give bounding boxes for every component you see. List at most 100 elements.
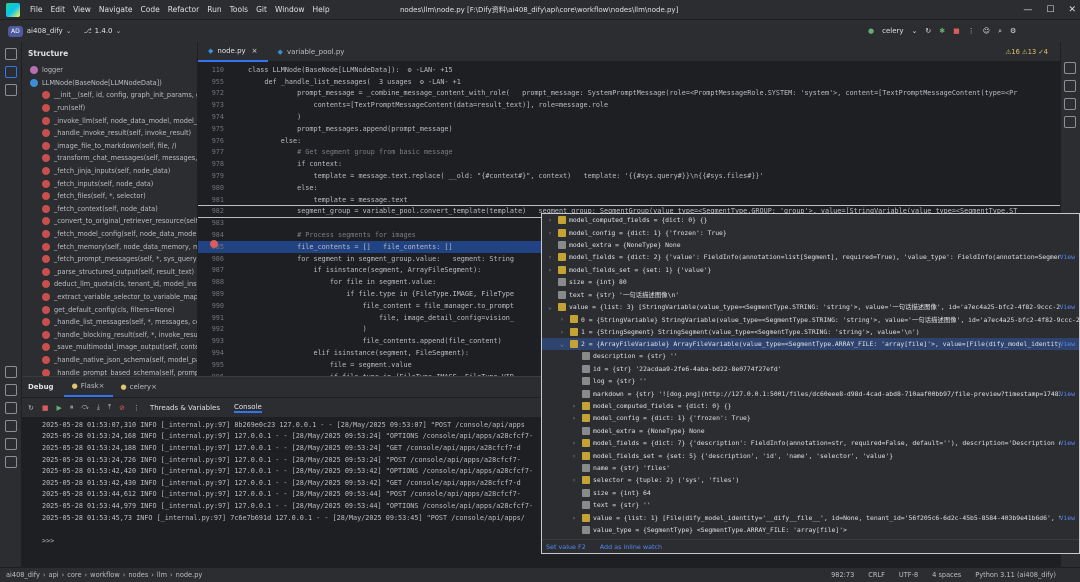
structure-item[interactable]: deduct_llm_quota(cls, tenant_id, model_i… [22, 278, 197, 291]
structure-item[interactable]: _fetch_jinja_inputs(self, node_data) [22, 165, 197, 178]
stop-icon[interactable]: ■ [42, 404, 49, 412]
code-line[interactable]: 110 class LLMNode(BaseNode[LLMNodeData]):… [198, 64, 1060, 76]
chevron-right-icon[interactable]: › [572, 514, 582, 522]
debug-tool-icon[interactable] [5, 384, 17, 396]
structure-item[interactable]: _invoke_llm(self, node_data_model, model… [22, 114, 197, 127]
line-number[interactable]: 982 [198, 207, 224, 215]
breadcrumb-item[interactable]: workflow [90, 571, 120, 579]
line-separator[interactable]: CRLF [868, 571, 885, 579]
variable-row[interactable]: › selector = {tuple: 2} ('sys', 'files') [542, 474, 1079, 486]
line-number[interactable]: 986 [198, 255, 224, 263]
menu-item-navigate[interactable]: Navigate [95, 5, 137, 14]
tab-console[interactable]: Console [234, 403, 262, 413]
line-number[interactable]: 977 [198, 148, 224, 156]
structure-item[interactable]: _run(self) [22, 102, 197, 115]
chevron-down-icon[interactable]: ⌄ [912, 27, 918, 35]
tab-threads-variables[interactable]: Threads & Variables [150, 404, 220, 412]
view-link[interactable]: View [1060, 340, 1079, 348]
maximize-icon[interactable]: ☐ [1046, 5, 1054, 15]
chevron-right-icon[interactable]: › [572, 452, 582, 460]
variable-row[interactable]: model_extra = {NoneType} None [542, 425, 1079, 437]
code-line[interactable]: 973 contents=[TextPromptMessageContent(d… [198, 99, 1060, 111]
gear-icon[interactable]: ⚙ [1010, 27, 1016, 35]
code-line[interactable]: 955 def _handle_list_messages( 3 usages … [198, 76, 1060, 88]
line-number[interactable]: 981 [198, 196, 224, 204]
add-inline-watch-link[interactable]: Add as inline watch [600, 543, 662, 551]
more-icon[interactable]: ⋮ [968, 27, 975, 35]
variable-row[interactable]: › 1 = {StringSegment} StringSegment(value… [542, 326, 1079, 338]
view-link[interactable]: View [1060, 514, 1079, 522]
code-line[interactable]: 974 ) [198, 111, 1060, 123]
menu-item-help[interactable]: Help [309, 5, 334, 14]
line-number[interactable]: 976 [198, 137, 224, 145]
line-number[interactable]: 975 [198, 125, 224, 133]
variable-row[interactable]: size = {int} 80 [542, 276, 1079, 288]
branch-name[interactable]: 1.4.0 [95, 27, 113, 35]
chevron-right-icon[interactable]: › [572, 402, 582, 410]
structure-item[interactable]: _transform_chat_messages(self, messages,… [22, 152, 197, 165]
structure-item[interactable]: _handle_blocking_result(self, *, invoke_… [22, 328, 197, 341]
variable-row[interactable]: › model_computed_fields = {dict: 0} {} [542, 214, 1079, 226]
variable-row[interactable]: ⌄ value = {list: 3} [StringVariable(value… [542, 301, 1079, 313]
structure-item[interactable]: _fetch_inputs(self, node_data) [22, 177, 197, 190]
chevron-right-icon[interactable]: › [560, 315, 570, 323]
menu-item-refactor[interactable]: Refactor [164, 5, 203, 14]
chevron-right-icon[interactable]: › [572, 476, 582, 484]
view-link[interactable]: View [1060, 390, 1079, 398]
variable-row[interactable]: id = {str} '22acdaa9-2fe6-4aba-bd22-8e07… [542, 363, 1079, 375]
line-number[interactable]: 983 [198, 219, 224, 227]
structure-item[interactable]: _handle_invoke_result(self, invoke_resul… [22, 127, 197, 140]
chevron-right-icon[interactable]: › [572, 414, 582, 422]
line-number[interactable]: 978 [198, 160, 224, 168]
chevron-down-icon[interactable]: ⌄ [115, 27, 121, 35]
breadcrumb-item[interactable]: core [67, 571, 81, 579]
variable-row[interactable]: model_extra = {NoneType} None [542, 239, 1079, 251]
run-config-name[interactable]: celery [882, 27, 903, 35]
close-icon[interactable]: × [252, 47, 258, 55]
stop-icon[interactable]: ■ [953, 27, 960, 35]
breadcrumb-item[interactable]: nodes [128, 571, 148, 579]
variable-row[interactable]: › value = {list: 1} [File(dify_model_iden… [542, 511, 1079, 523]
variable-row[interactable]: › model_fields_set = {set: 5} {'descripti… [542, 449, 1079, 461]
variable-row[interactable]: › model_fields = {dict: 7} {'description'… [542, 437, 1079, 449]
line-number[interactable]: 955 [198, 78, 224, 86]
line-number[interactable]: 974 [198, 113, 224, 121]
notifications-icon[interactable] [1064, 62, 1076, 74]
view-link[interactable]: View [1060, 439, 1079, 447]
step-out-icon[interactable]: ⤒ [108, 403, 111, 412]
more-icon[interactable]: ⋮ [133, 404, 140, 412]
chevron-right-icon[interactable]: › [560, 328, 570, 336]
code-line[interactable]: 978 if context: [198, 158, 1060, 170]
resume-icon[interactable]: ▶ [57, 404, 62, 412]
close-icon[interactable]: ✕ [1068, 5, 1076, 15]
variable-row[interactable]: name = {str} 'files' [542, 462, 1079, 474]
database-icon[interactable] [1064, 80, 1076, 92]
menu-item-code[interactable]: Code [137, 5, 164, 14]
variable-row[interactable]: markdown = {str} '![dog.png](http://127.… [542, 387, 1079, 399]
breadcrumb-item[interactable]: ai408_dify [6, 571, 40, 579]
line-number[interactable]: 994 [198, 349, 224, 357]
search-icon[interactable]: ⌕ [998, 27, 1002, 36]
session-tab-celery[interactable]: ● celery × [113, 383, 165, 391]
variable-row[interactable]: text = {str} '' [542, 499, 1079, 511]
code-line[interactable]: 981 template = message.text [198, 194, 1060, 206]
menu-item-view[interactable]: View [69, 5, 95, 14]
chevron-right-icon[interactable]: › [548, 266, 558, 274]
code-line[interactable]: 980 else: [198, 182, 1060, 194]
menu-item-edit[interactable]: Edit [47, 5, 70, 14]
chevron-right-icon[interactable]: › [572, 439, 582, 447]
services-icon[interactable] [5, 402, 17, 414]
structure-item[interactable]: _handle_prompt_based_schema(self, prompt… [22, 366, 197, 376]
variable-row[interactable]: › model_config = {dict: 1} {'frozen': Tru… [542, 412, 1079, 424]
variable-row[interactable]: › model_fields_set = {set: 1} {'value'} [542, 264, 1079, 276]
line-number[interactable]: 990 [198, 302, 224, 310]
structure-item[interactable]: _convert_to_original_retriever_resource(… [22, 215, 197, 228]
debug-icon[interactable]: ✱ [939, 27, 945, 35]
python-console-icon[interactable] [5, 366, 17, 378]
structure-item[interactable]: _image_file_to_markdown(self, file, /) [22, 140, 197, 153]
line-number[interactable]: 973 [198, 101, 224, 109]
breadcrumb-item[interactable]: api [49, 571, 59, 579]
structure-item[interactable]: _handle_native_json_schema(self, model_p… [22, 354, 197, 367]
chevron-down-icon[interactable]: ⌄ [66, 27, 72, 35]
ai-assistant-icon[interactable] [1064, 116, 1076, 128]
